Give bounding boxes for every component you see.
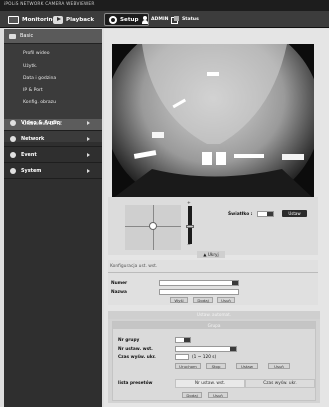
divider (108, 272, 318, 273)
sidebar-cat-label: Network (21, 136, 45, 142)
sidebar-item-uzytk[interactable]: Użytk. (23, 61, 37, 72)
brightness-select[interactable] (257, 211, 274, 217)
autorun-title: Ustaw. automat. (108, 311, 320, 319)
nav-setup-label: Setup (120, 16, 139, 23)
preset-list-header-czas: Czas wyśw. ukr. (245, 379, 315, 388)
brand-bar: iPOLiS NETWORK CAMERA WEBVIEWER (0, 0, 329, 11)
nav-status[interactable]: Status (171, 14, 199, 25)
czas-input[interactable] (175, 354, 189, 360)
network-icon (10, 136, 16, 142)
nav-monitoring-label: Monitoring (22, 16, 57, 23)
nr-ustaw-select[interactable] (175, 346, 237, 352)
dodaj-button[interactable]: Dodaj (182, 392, 202, 398)
stop-button[interactable]: Stop (206, 363, 226, 369)
nav-monitoring[interactable]: Monitoring (8, 14, 57, 25)
brand-title: iPOLiS NETWORK CAMERA WEBVIEWER (4, 2, 95, 7)
ustaw-button[interactable]: Ustaw (236, 363, 258, 369)
playback-icon (53, 15, 63, 24)
sidebar-cat-event[interactable]: Event (4, 148, 102, 163)
brightness-label: Światłko : (228, 212, 253, 217)
nav-playback-label: Playback (66, 16, 95, 23)
sidebar-item-data-godzina[interactable]: Data i godzina (23, 73, 56, 84)
sidebar: Basic Profil wideo Użytk. Data i godzina… (4, 29, 102, 407)
sidebar-cat-label: System (21, 168, 42, 174)
zoom-slider-handle[interactable] (186, 225, 194, 228)
user-icon (142, 15, 148, 24)
chevron-down-icon (232, 281, 238, 285)
nr-grupy-select[interactable] (175, 337, 191, 343)
nazwa-input[interactable] (159, 289, 239, 295)
nav-user-label: ADMIN (151, 17, 169, 22)
status-icon (171, 16, 179, 24)
chevron-right-icon (87, 169, 90, 173)
numer-label: Numer (111, 281, 128, 286)
sidebar-item-ip-port[interactable]: IP & Port (23, 85, 43, 96)
camera-web-viewer: iPOLiS NETWORK CAMERA WEBVIEWER Monitori… (0, 0, 329, 407)
nr-ustaw-label: Nr ustaw. wst. (118, 347, 153, 352)
group-panel (112, 321, 316, 401)
chevron-down-icon (267, 212, 273, 216)
chevron-right-icon (87, 137, 90, 141)
sidebar-item-konfig-obrazu[interactable]: Konfig. obrazu (23, 97, 56, 108)
sidebar-cat-label: Video & Audio (21, 120, 61, 126)
usun-button[interactable]: Usuń (208, 392, 228, 398)
usun-button[interactable]: Usuń (217, 297, 235, 303)
usun-button[interactable]: Usuń (268, 363, 290, 369)
czas-hint: (1 ~ 120 s) (192, 355, 217, 360)
wysl-button[interactable]: Wyśl (170, 297, 188, 303)
system-icon (10, 168, 16, 174)
sidebar-section-label: Basic (20, 33, 34, 39)
preset-config-title: Konfiguracja ust. wst. (110, 264, 158, 269)
video-preview[interactable] (112, 44, 314, 199)
nav-user[interactable]: ADMIN (142, 14, 169, 25)
sidebar-cat-label: Event (21, 152, 37, 158)
dodaj-button[interactable]: Dodaj (193, 297, 213, 303)
nazwa-label: Nazwa (111, 290, 127, 295)
ptz-joystick-handle[interactable] (149, 222, 157, 230)
chevron-right-icon (87, 121, 90, 125)
gear-icon (109, 15, 117, 24)
nav-playback[interactable]: Playback (53, 14, 94, 25)
chevron-down-icon (184, 338, 190, 342)
event-icon (10, 152, 16, 158)
group-title: Grupa (113, 322, 315, 329)
chevron-down-icon (230, 347, 236, 351)
fisheye-image (112, 44, 314, 199)
sidebar-cat-system[interactable]: System (4, 164, 102, 179)
preset-list-label: lista presetów (118, 381, 153, 386)
sidebar-cat-video-audio[interactable]: Video & Audio (4, 116, 102, 131)
monitor-icon (8, 15, 19, 24)
sidebar-section-basic[interactable]: Basic (4, 29, 102, 44)
zoom-out-icon[interactable]: − (187, 243, 191, 248)
preset-list-header-nr: Nr ustaw. wst. (175, 379, 245, 388)
nr-grupy-label: Nr grupy (118, 338, 140, 343)
set-brightness-button[interactable]: Ustaw (282, 210, 307, 217)
sidebar-item-profil-wideo[interactable]: Profil wideo (23, 48, 50, 59)
hide-toggle[interactable]: ▲ Ukryj (197, 251, 225, 258)
camera-icon (9, 33, 16, 39)
top-navigation: Monitoring Playback Setup ADMIN Status (0, 11, 329, 28)
numer-select[interactable] (159, 280, 239, 286)
uruchom-button[interactable]: Uruchom (175, 363, 201, 369)
nav-status-label: Status (182, 17, 199, 22)
czas-label: Czas wyśw. ukr. (118, 355, 156, 360)
chevron-right-icon (87, 153, 90, 157)
video-audio-icon (10, 120, 16, 126)
sidebar-cat-network[interactable]: Network (4, 132, 102, 147)
